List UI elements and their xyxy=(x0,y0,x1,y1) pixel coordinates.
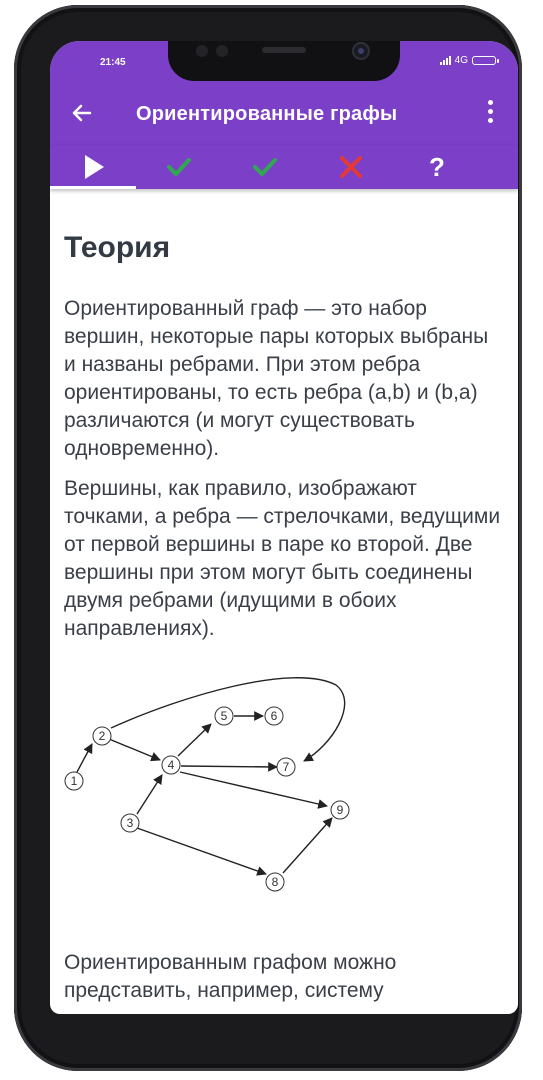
checkmark-icon xyxy=(167,158,191,176)
sensor-icon xyxy=(216,45,228,57)
directed-graph-illustration: 1 2 3 4 5 6 7 8 9 xyxy=(64,677,350,892)
graph-edge xyxy=(180,762,278,772)
front-camera-icon xyxy=(352,42,370,60)
phone-frame: 21:45 4G Ориентированные графы ? Теория … xyxy=(14,5,522,1071)
signal-icon xyxy=(439,56,451,65)
checkmark-icon xyxy=(253,158,277,176)
tab-correct-2[interactable] xyxy=(222,145,308,189)
tab-correct-1[interactable] xyxy=(136,145,222,189)
theory-heading: Теория xyxy=(64,231,171,264)
tab-bar: ? xyxy=(50,145,518,189)
graph-edge xyxy=(136,774,163,815)
more-vert-icon xyxy=(480,100,500,123)
graph-node-label: 4 xyxy=(168,758,175,772)
back-arrow-icon xyxy=(72,104,92,122)
earpiece-speaker xyxy=(262,47,306,53)
graph-node-label: 9 xyxy=(337,803,344,817)
screen: 21:45 4G Ориентированные графы ? Теория … xyxy=(50,41,518,1014)
status-icons: 4G xyxy=(439,55,499,66)
graph-node-label: 7 xyxy=(283,760,290,774)
graph-node-label: 5 xyxy=(221,709,228,723)
paragraph: Вершины, как правило, изображают точками… xyxy=(64,477,501,640)
tab-play[interactable] xyxy=(50,145,136,189)
theory-content[interactable]: Теория Ориентированный граф — это набор … xyxy=(50,189,518,1014)
help-label: ? xyxy=(429,151,445,182)
graph-edge xyxy=(108,738,161,762)
graph-node-label: 2 xyxy=(99,729,106,743)
graph-edge xyxy=(177,723,212,757)
graph-node-label: 3 xyxy=(127,816,134,830)
tab-help[interactable]: ? xyxy=(394,145,480,189)
graph-edge xyxy=(76,743,93,773)
paragraph: Ориентированный граф — это набор вершин,… xyxy=(64,297,489,460)
app-bar: Ориентированные графы xyxy=(50,81,518,145)
play-icon xyxy=(85,155,104,179)
sensor-icon xyxy=(196,45,208,57)
camera-notch xyxy=(168,41,400,81)
battery-icon xyxy=(472,56,499,65)
graph-node-label: 1 xyxy=(71,774,78,788)
app-title: Ориентированные графы xyxy=(136,103,398,125)
overflow-menu-button[interactable] xyxy=(480,97,500,129)
graph-node-label: 6 xyxy=(271,709,278,723)
cross-icon xyxy=(340,156,362,178)
graph-node-label: 8 xyxy=(272,875,279,889)
back-button[interactable] xyxy=(64,97,100,129)
status-time: 21:45 xyxy=(100,57,126,68)
graph-edge xyxy=(136,827,267,876)
tab-wrong[interactable] xyxy=(308,145,394,189)
graph-edge xyxy=(282,817,333,874)
paragraph: Ориентированным графом можно представить… xyxy=(64,951,397,1002)
graph-edge xyxy=(179,771,328,809)
network-type: 4G xyxy=(454,55,468,66)
